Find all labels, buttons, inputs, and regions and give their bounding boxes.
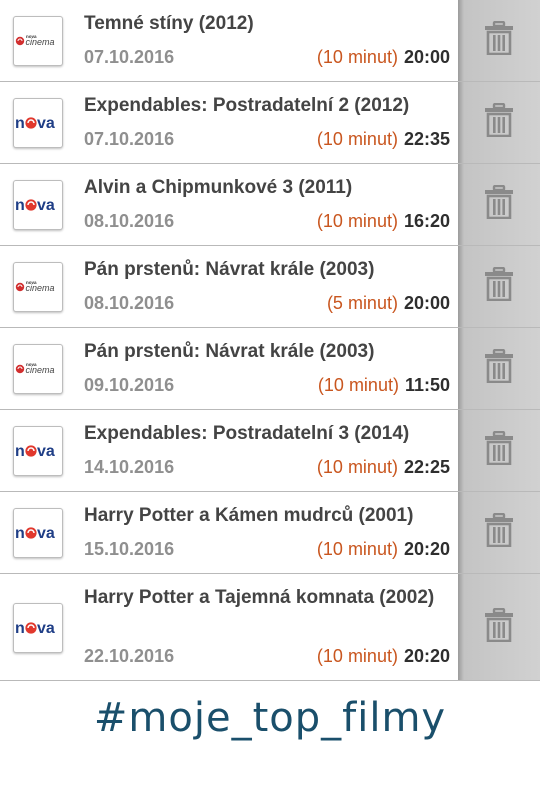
delete-button[interactable] [458,328,540,409]
reminder-offset: (10 minut) [316,457,398,477]
program-title: Harry Potter a Tajemná komnata (2002) [84,587,435,608]
program-time: 20:00 [403,47,450,67]
list-item[interactable]: n va Expendables: Postradatelní 3 (2014) … [0,410,540,492]
svg-text:va: va [37,115,55,132]
program-time: 20:20 [403,646,450,666]
program-date: 08.10.2016 [84,211,175,231]
program-date: 07.10.2016 [84,129,175,149]
trash-icon [484,102,514,142]
list-item[interactable]: n va Harry Potter a Tajemná komnata (2002… [0,574,540,681]
svg-text:n: n [15,620,25,637]
delete-button[interactable] [458,410,540,491]
list-item[interactable]: n va Expendables: Postradatelní 2 (2012) … [0,82,540,164]
program-date: 08.10.2016 [84,293,175,313]
program-time: 20:00 [403,293,450,313]
delete-button[interactable] [458,82,540,163]
svg-text:va: va [37,525,55,542]
list-item[interactable]: nova cinema Temné stíny (2012) 07.10.2016… [0,0,540,82]
program-date: 14.10.2016 [84,457,175,477]
program-title: Expendables: Postradatelní 2 (2012) [84,95,410,116]
reminder-offset: (10 minut) [316,211,398,231]
program-title: Pán prstenů: Návrat krále (2003) [84,259,375,280]
program-title: Alvin a Chipmunkové 3 (2011) [84,177,353,198]
svg-text:cinema: cinema [26,365,55,375]
delete-button[interactable] [458,492,540,573]
delete-button[interactable] [458,246,540,327]
svg-text:va: va [37,620,55,637]
delete-button[interactable] [458,0,540,81]
program-time: 22:25 [403,457,450,477]
svg-text:n: n [15,525,25,542]
trash-icon [484,512,514,552]
delete-button[interactable] [458,574,540,680]
program-title: Harry Potter a Kámen mudrců (2001) [84,505,414,526]
hashtag-caption: #moje_top_filmy [93,695,447,741]
reminder-offset: (10 minut) [316,646,398,666]
nova-cinema-logo: nova cinema [13,344,63,394]
program-date: 15.10.2016 [84,539,175,559]
trash-icon [484,20,514,60]
reminder-offset: (5 minut) [326,293,398,313]
trash-icon [484,607,514,647]
list-item[interactable]: nova cinema Pán prstenů: Návrat krále (20… [0,246,540,328]
program-title: Temné stíny (2012) [84,13,254,34]
svg-text:cinema: cinema [26,37,55,47]
reminder-list: nova cinema Temné stíny (2012) 07.10.2016… [0,0,540,681]
list-item[interactable]: nova cinema Pán prstenů: Návrat krále (20… [0,328,540,410]
nova-logo: n va [13,180,63,230]
list-item[interactable]: n va Alvin a Chipmunkové 3 (2011) 08.10.2… [0,164,540,246]
program-date: 09.10.2016 [84,375,175,395]
reminder-offset: (10 minut) [316,539,398,559]
list-item[interactable]: n va Harry Potter a Kámen mudrců (2001) 1… [0,492,540,574]
program-time: 20:20 [403,539,450,559]
program-time: 16:20 [403,211,450,231]
trash-icon [484,184,514,224]
svg-text:cinema: cinema [26,283,55,293]
nova-logo: n va [13,98,63,148]
nova-cinema-logo: nova cinema [13,16,63,66]
nova-logo: n va [13,426,63,476]
delete-button[interactable] [458,164,540,245]
program-time: 22:35 [403,129,450,149]
trash-icon [484,266,514,306]
svg-text:n: n [15,115,25,132]
svg-text:va: va [37,197,55,214]
program-date: 22.10.2016 [84,646,175,666]
svg-text:n: n [15,443,25,460]
svg-text:va: va [37,443,55,460]
trash-icon [484,430,514,470]
reminder-offset: (10 minut) [316,47,398,67]
program-title: Expendables: Postradatelní 3 (2014) [84,423,410,444]
nova-logo: n va [13,603,63,653]
program-time: 11:50 [404,375,450,395]
reminder-offset: (10 minut) [317,375,399,395]
program-title: Pán prstenů: Návrat krále (2003) [84,341,375,362]
svg-text:n: n [15,197,25,214]
nova-cinema-logo: nova cinema [13,262,63,312]
reminder-offset: (10 minut) [316,129,398,149]
nova-logo: n va [13,508,63,558]
program-date: 07.10.2016 [84,47,175,67]
trash-icon [484,348,514,388]
